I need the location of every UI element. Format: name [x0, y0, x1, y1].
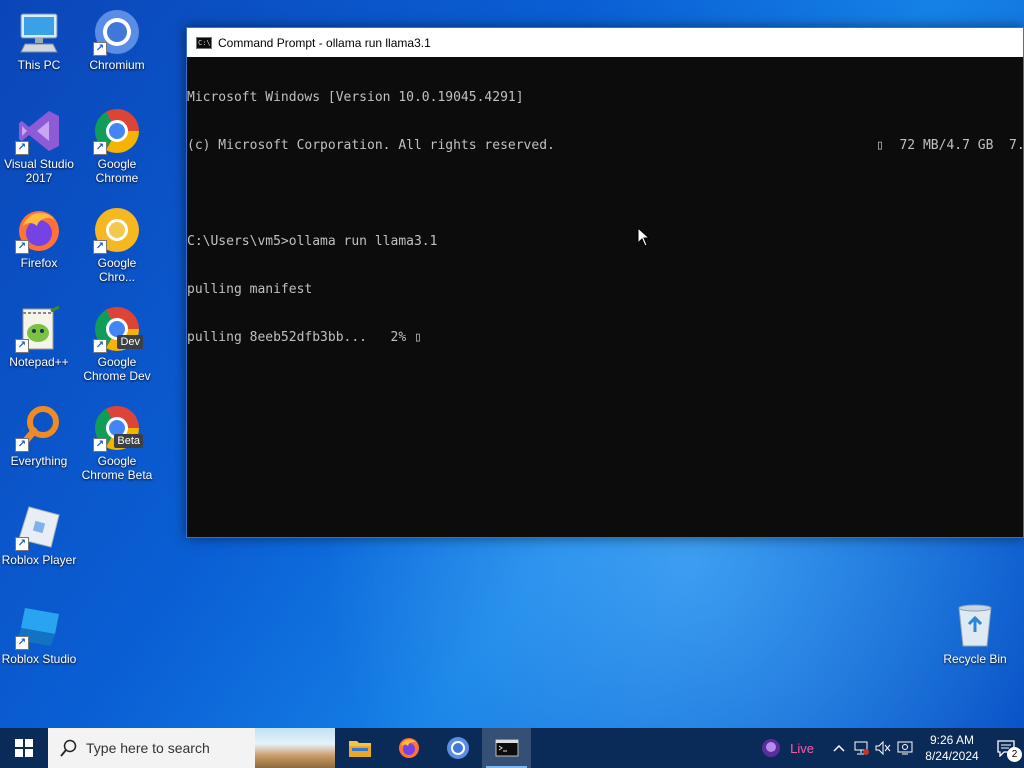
- volume-control[interactable]: [872, 728, 894, 768]
- console-line: pulling manifest: [187, 282, 313, 297]
- desktop-icon-label: This PC: [17, 58, 61, 72]
- file-explorer-icon: [348, 741, 371, 757]
- desktop-icon-label: Visual Studio 2017: [4, 157, 74, 185]
- taskbar-firefox[interactable]: [384, 728, 433, 768]
- chromium-icon: ↗: [93, 8, 141, 56]
- chromium-icon: [446, 737, 469, 759]
- taskbar-chromium[interactable]: [433, 728, 482, 768]
- firefox-icon: ↗: [15, 206, 63, 254]
- command-prompt-icon: [495, 739, 518, 757]
- desktop: This PC ↗ Visual Studio 2017 ↗ Firefox ↗…: [0, 0, 1024, 728]
- chrome-beta-icon: Beta ↗: [93, 404, 143, 452]
- shortcut-arrow-icon: ↗: [15, 438, 29, 452]
- shortcut-arrow-icon: ↗: [93, 141, 107, 155]
- desktop-icon-label: Notepad++: [9, 355, 69, 369]
- console-line: Microsoft Windows [Version 10.0.19045.42…: [187, 90, 524, 105]
- search-placeholder: Type here to search: [86, 740, 210, 756]
- chrome-beta-badge: Beta: [114, 434, 143, 448]
- desktop-icon-google-chrome-dev[interactable]: Dev ↗ Google Chrome Dev: [78, 305, 156, 383]
- shortcut-arrow-icon: ↗: [15, 339, 29, 353]
- window-title: Command Prompt - ollama run llama3.1: [218, 35, 431, 50]
- command-prompt-icon: C:\: [196, 36, 212, 49]
- chrome-dev-badge: Dev: [117, 335, 143, 349]
- window-titlebar[interactable]: C:\ Command Prompt - ollama run llama3.1: [187, 28, 1023, 57]
- console-line-progress: pulling 8eeb52dfb3bb... 2% ▯: [187, 330, 422, 345]
- network-icon: [854, 741, 869, 755]
- console-output[interactable]: Microsoft Windows [Version 10.0.19045.42…: [187, 57, 1024, 394]
- desktop-icon-label: Google Chrome Dev: [83, 355, 151, 383]
- shortcut-arrow-icon: ↗: [15, 537, 29, 551]
- desktop-icon-firefox[interactable]: ↗ Firefox: [0, 206, 78, 270]
- taskbar-search-box[interactable]: Type here to search: [48, 728, 335, 768]
- system-tray: Live 9:26 AM 8/24/2024 2: [752, 728, 1024, 768]
- desktop-icon-google-chrome-canary[interactable]: ↗ Google Chro...: [78, 206, 156, 284]
- chrome-dev-icon: Dev ↗: [93, 305, 143, 353]
- shortcut-arrow-icon: ↗: [93, 240, 107, 254]
- mouse-cursor-icon: [637, 227, 651, 247]
- chrome-canary-icon: ↗: [93, 206, 141, 254]
- shortcut-arrow-icon: ↗: [93, 438, 107, 452]
- desktop-icon-chromium[interactable]: ↗ Chromium: [78, 8, 156, 72]
- live-label: Live: [790, 740, 814, 756]
- command-prompt-window[interactable]: C:\ Command Prompt - ollama run llama3.1…: [186, 27, 1024, 538]
- desktop-icon-google-chrome-beta[interactable]: Beta ↗ Google Chrome Beta: [78, 404, 156, 482]
- desktop-icon-label: Roblox Player: [1, 553, 77, 567]
- taskbar-file-explorer[interactable]: [335, 728, 384, 768]
- visual-studio-icon: ↗: [15, 107, 63, 155]
- roblox-player-icon: ↗: [15, 503, 63, 551]
- taskbar-command-prompt[interactable]: [482, 728, 531, 768]
- windows-logo-icon: [15, 739, 33, 757]
- desktop-icon-label: Roblox Studio: [1, 652, 77, 666]
- volume-muted-icon: [875, 740, 891, 756]
- clock-time: 9:26 AM: [929, 733, 975, 747]
- chrome-icon: ↗: [93, 107, 141, 155]
- chevron-up-icon: [833, 744, 845, 752]
- network-status[interactable]: [850, 728, 872, 768]
- shortcut-arrow-icon: ↗: [15, 141, 29, 155]
- live-widget[interactable]: Live: [752, 728, 828, 768]
- this-pc-icon: [15, 8, 63, 56]
- desktop-icon-label: Google Chrome: [95, 157, 139, 185]
- display-icon: [897, 741, 913, 755]
- display-status[interactable]: [894, 728, 916, 768]
- desktop-icon-recycle-bin[interactable]: Recycle Bin: [936, 602, 1014, 666]
- notification-count-badge: 2: [1007, 747, 1022, 762]
- desktop-icon-this-pc[interactable]: This PC: [0, 8, 78, 72]
- firefox-icon: [398, 738, 419, 758]
- desktop-icon-label: Chromium: [89, 58, 145, 72]
- clock-date: 8/24/2024: [925, 749, 979, 763]
- desktop-icon-label: Firefox: [20, 256, 58, 270]
- desktop-icon-notepad-plus-plus[interactable]: ↗ Notepad++: [0, 305, 78, 369]
- desktop-icon-label: Everything: [10, 454, 68, 468]
- notepad-plus-plus-icon: ↗: [15, 305, 63, 353]
- download-progress-readout: ▯ 72 MB/4.7 GB 7.: [876, 138, 1024, 153]
- console-line: C:\Users\vm5>ollama run llama3.1: [187, 234, 438, 249]
- desktop-icon-everything[interactable]: ↗ Everything: [0, 404, 78, 468]
- show-hidden-icons-button[interactable]: [828, 728, 850, 768]
- desktop-icon-label: Google Chrome Beta: [81, 454, 153, 482]
- recycle-bin-icon: [951, 602, 999, 650]
- roblox-studio-icon: ↗: [15, 602, 63, 650]
- start-button[interactable]: [0, 728, 48, 768]
- desktop-icon-label: Google Chro...: [97, 256, 137, 284]
- live-lion-icon: [762, 739, 781, 757]
- desktop-icon-visual-studio[interactable]: ↗ Visual Studio 2017: [0, 107, 78, 185]
- desktop-icon-roblox-studio[interactable]: ↗ Roblox Studio: [0, 602, 78, 666]
- search-icon: [60, 739, 77, 757]
- desktop-icon-google-chrome[interactable]: ↗ Google Chrome: [78, 107, 156, 185]
- shortcut-arrow-icon: ↗: [15, 636, 29, 650]
- everything-search-icon: ↗: [15, 404, 63, 452]
- taskbar-clock[interactable]: 9:26 AM 8/24/2024: [916, 732, 988, 764]
- desktop-icon-roblox-player[interactable]: ↗ Roblox Player: [0, 503, 78, 567]
- shortcut-arrow-icon: ↗: [93, 42, 107, 56]
- taskbar: Type here to search Live 9:26 AM 8/24/20…: [0, 728, 1024, 768]
- search-highlight-image: [255, 728, 335, 768]
- desktop-icon-label: Recycle Bin: [943, 652, 1007, 666]
- shortcut-arrow-icon: ↗: [15, 240, 29, 254]
- action-center-button[interactable]: 2: [988, 728, 1024, 768]
- shortcut-arrow-icon: ↗: [93, 339, 107, 353]
